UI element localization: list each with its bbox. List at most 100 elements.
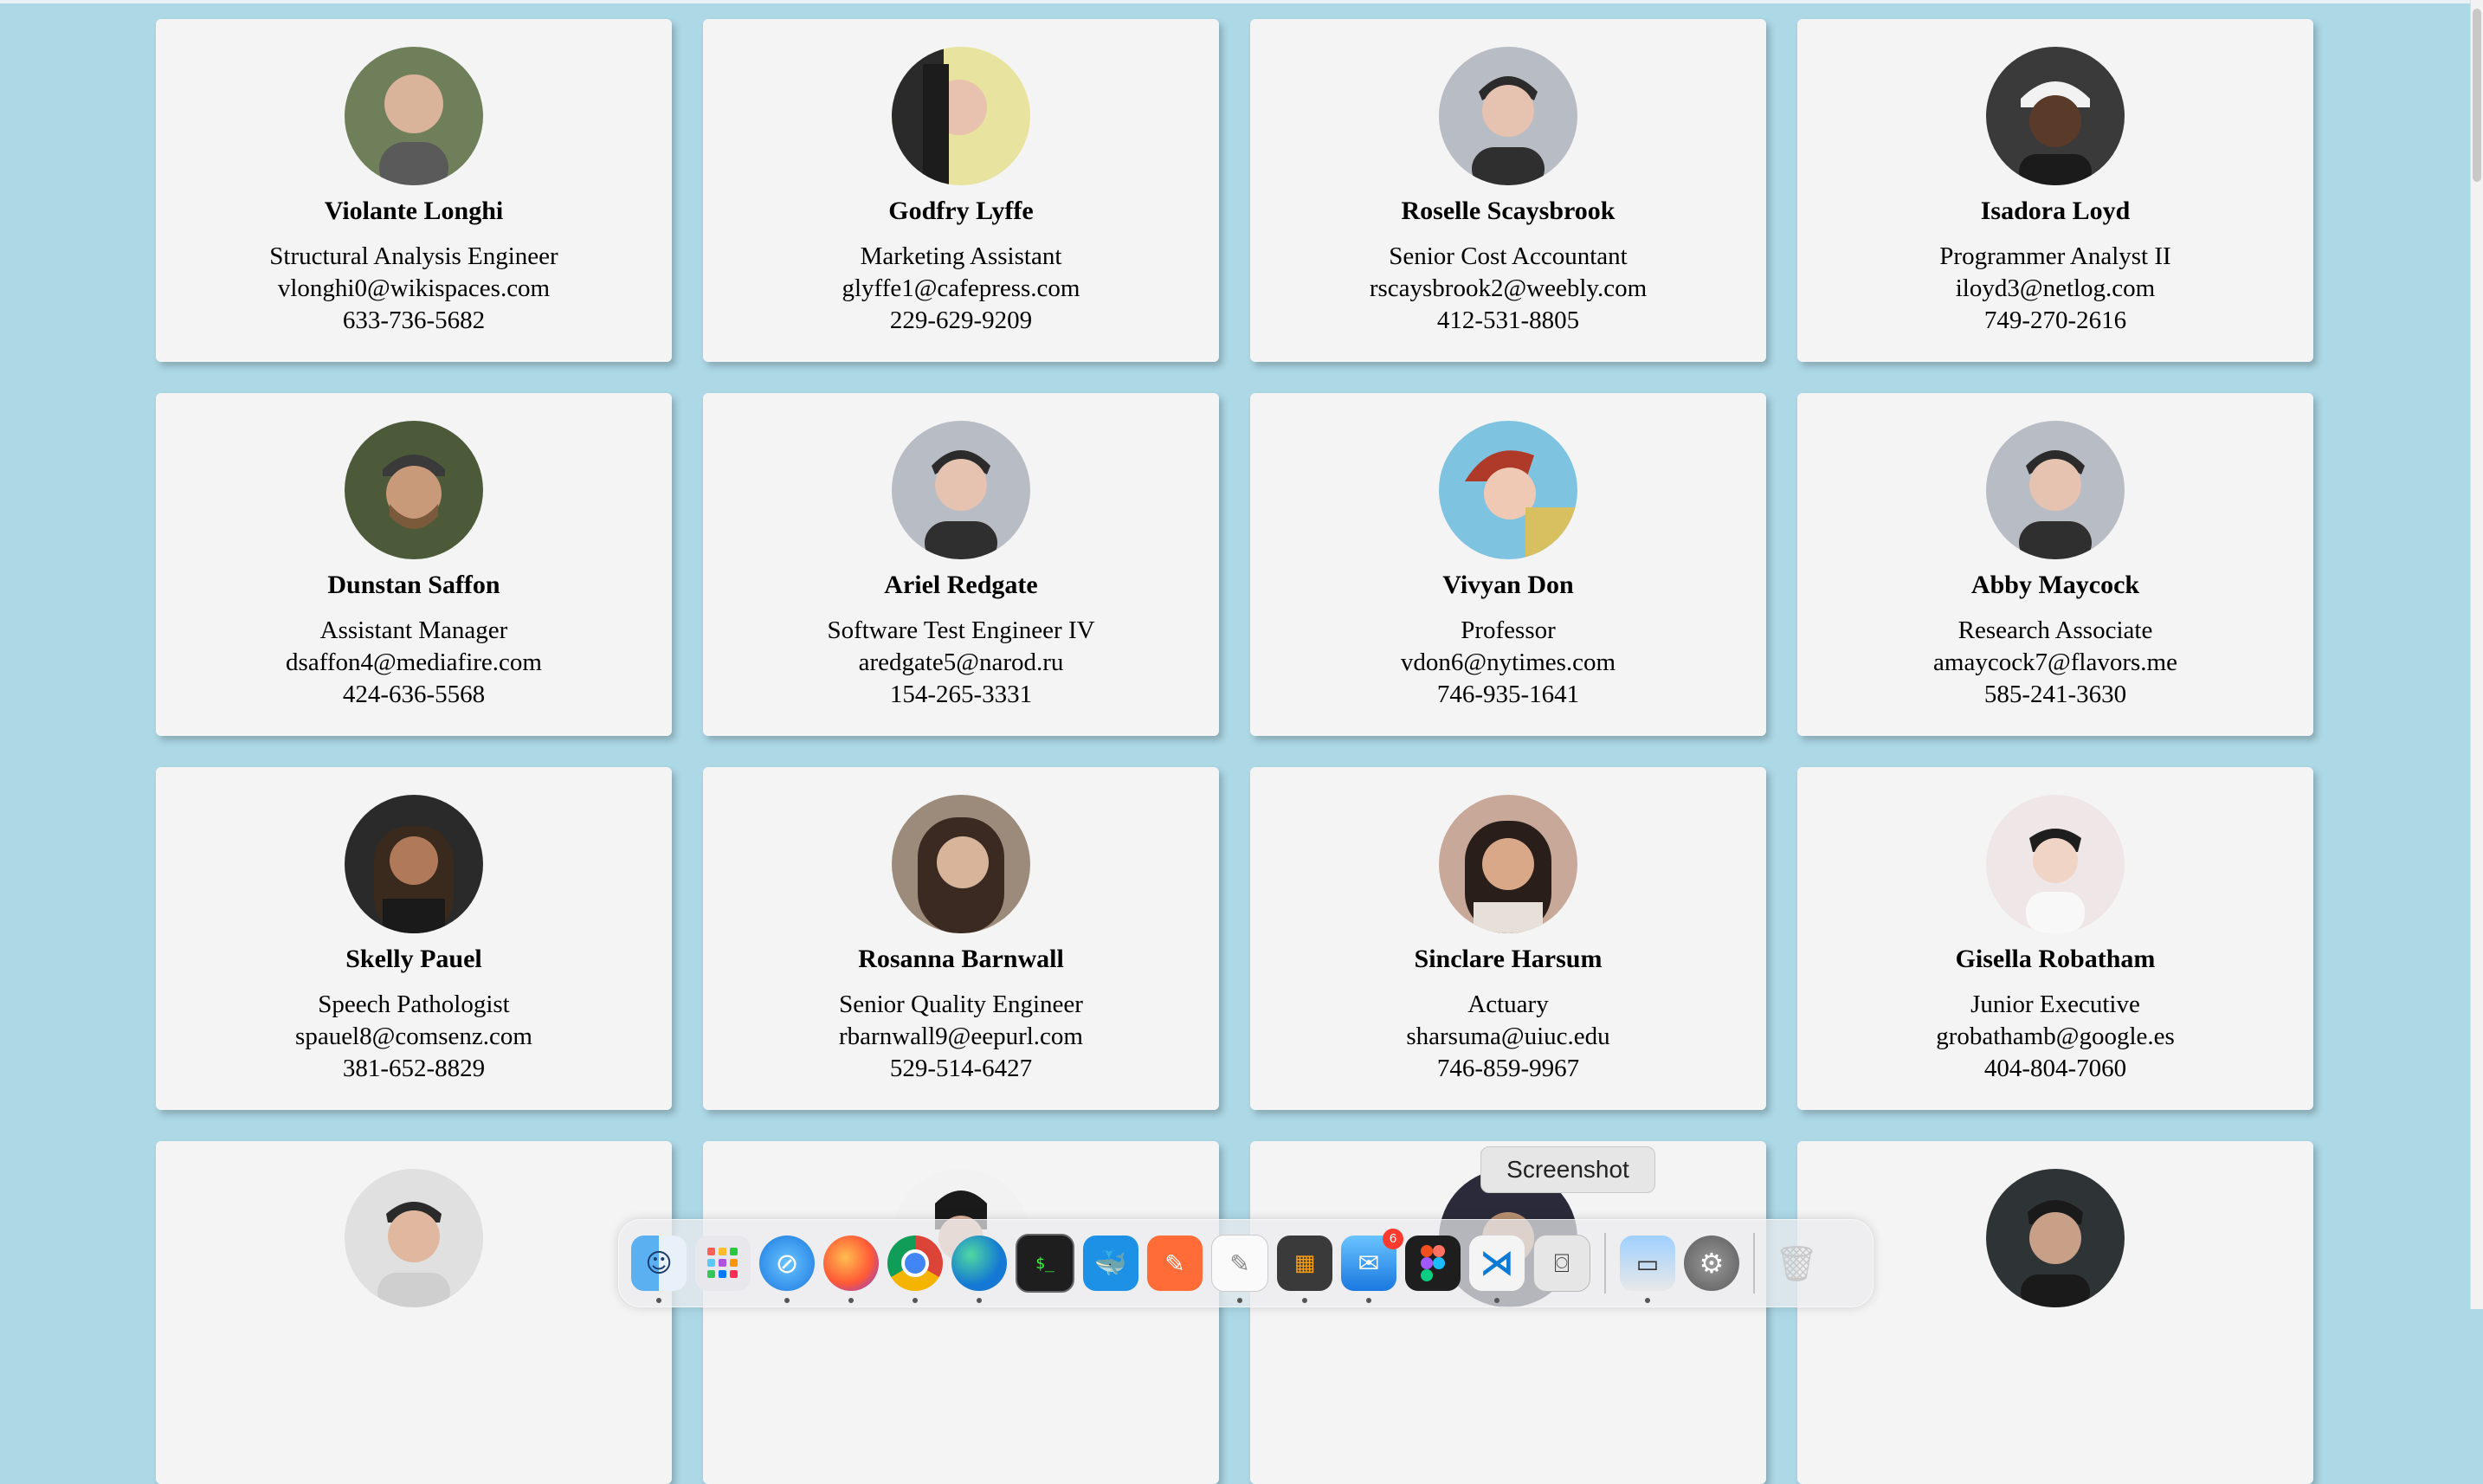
postman-icon[interactable]: ✎ <box>1147 1236 1203 1291</box>
avatar <box>1986 1169 2125 1307</box>
page-scrollbar[interactable] <box>2470 0 2483 1309</box>
running-indicator <box>913 1298 918 1303</box>
contact-email: iloyd3@netlog.com <box>1955 274 2156 302</box>
contact-name: Skelly Pauel <box>345 945 482 973</box>
contact-phone: 633-736-5682 <box>342 306 486 334</box>
contact-name: Violante Longhi <box>324 197 504 225</box>
avatar <box>1986 421 2125 559</box>
avatar <box>345 1169 483 1307</box>
avatar <box>1439 47 1577 185</box>
contact-card: Violante Longhi Structural Analysis Engi… <box>156 19 672 362</box>
contact-card <box>703 1141 1219 1484</box>
window-top-edge <box>0 0 2483 3</box>
contact-email: aredgate5@narod.ru <box>858 648 1064 676</box>
scrollbar-thumb[interactable] <box>2473 9 2481 182</box>
contact-title: Marketing Assistant <box>860 242 1062 270</box>
contact-title: Junior Executive <box>1970 990 2140 1018</box>
contact-title: Senior Quality Engineer <box>839 990 1083 1018</box>
contact-card <box>156 1141 672 1484</box>
contact-title: Research Associate <box>1957 616 2153 644</box>
system-settings-icon[interactable]: ⚙ <box>1684 1236 1739 1291</box>
contact-email: rbarnwall9@eepurl.com <box>839 1023 1083 1050</box>
docker-icon[interactable]: 🐳 <box>1083 1236 1138 1291</box>
contact-email: amaycock7@flavors.me <box>1933 648 2177 676</box>
contact-email: rscaysbrook2@weebly.com <box>1369 274 1648 302</box>
contact-title: Structural Analysis Engineer <box>269 242 558 270</box>
avatar <box>345 47 483 185</box>
contact-title: Software Test Engineer IV <box>827 616 1095 644</box>
avatar <box>345 795 483 933</box>
contact-email: glyffe1@cafepress.com <box>842 274 1080 302</box>
safari-icon[interactable]: ⊘ <box>759 1236 815 1303</box>
contact-name: Vivyan Don <box>1442 571 1574 599</box>
firefox-icon[interactable] <box>823 1236 879 1303</box>
avatar <box>345 421 483 559</box>
contact-card: Godfry Lyffe Marketing Assistant glyffe1… <box>703 19 1219 362</box>
figma-icon[interactable] <box>1405 1236 1461 1291</box>
mail-icon[interactable]: ✉ 6 <box>1341 1229 1403 1303</box>
avatar <box>892 47 1030 185</box>
contact-card: Isadora Loyd Programmer Analyst II iloyd… <box>1797 19 2313 362</box>
chrome-icon[interactable] <box>887 1236 943 1303</box>
finder-icon[interactable]: ☺ <box>631 1236 687 1303</box>
trash-icon[interactable]: 🗑 <box>1769 1236 1824 1291</box>
running-indicator <box>848 1298 854 1303</box>
contact-card: Dunstan Saffon Assistant Manager dsaffon… <box>156 393 672 736</box>
dock-tooltip: Screenshot <box>1480 1146 1655 1193</box>
contact-title: Speech Pathologist <box>318 990 510 1018</box>
contact-name: Gisella Robatham <box>1955 945 2156 973</box>
avatar <box>1439 421 1577 559</box>
contact-phone: 749-270-2616 <box>1983 306 2127 334</box>
contact-phone: 746-859-9967 <box>1436 1055 1580 1082</box>
contact-email: dsaffon4@mediafire.com <box>286 648 542 676</box>
running-indicator <box>1366 1298 1371 1303</box>
contact-phone: 585-241-3630 <box>1983 681 2127 708</box>
contact-phone: 229-629-9209 <box>889 306 1033 334</box>
avatar <box>1986 795 2125 933</box>
contact-card: Skelly Pauel Speech Pathologist spauel8@… <box>156 767 672 1110</box>
contact-title: Assistant Manager <box>319 616 508 644</box>
contact-email: vlonghi0@wikispaces.com <box>277 274 551 302</box>
contact-email: vdon6@nytimes.com <box>1400 648 1616 676</box>
textedit-icon[interactable]: ✎ <box>1211 1235 1268 1303</box>
contact-card: Abby Maycock Research Associate amaycock… <box>1797 393 2313 736</box>
running-indicator <box>784 1298 790 1303</box>
contact-name: Abby Maycock <box>1970 571 2140 599</box>
running-indicator <box>1237 1298 1242 1303</box>
calculator-icon[interactable]: ▦ <box>1277 1236 1332 1303</box>
dock-separator <box>1604 1233 1606 1294</box>
mail-badge: 6 <box>1383 1229 1403 1249</box>
contact-name: Sinclare Harsum <box>1414 945 1603 973</box>
macos-dock: ☺ ⊘ $_ 🐳 ✎ ✎ ▦ ✉ 6 ⋊ ⌼ ▭ ⚙ 🗑 <box>618 1219 1874 1307</box>
avatar <box>1986 47 2125 185</box>
running-indicator <box>977 1298 982 1303</box>
contact-name: Godfry Lyffe <box>888 197 1034 225</box>
contact-phone: 424-636-5568 <box>342 681 486 708</box>
contact-card: Rosanna Barnwall Senior Quality Engineer… <box>703 767 1219 1110</box>
contact-title: Actuary <box>1467 990 1549 1018</box>
contact-phone: 381-652-8829 <box>342 1055 486 1082</box>
running-indicator <box>1302 1298 1307 1303</box>
launchpad-icon[interactable] <box>695 1236 751 1291</box>
avatar <box>1439 795 1577 933</box>
preview-icon[interactable]: ▭ <box>1620 1236 1675 1303</box>
contact-title: Senior Cost Accountant <box>1389 242 1628 270</box>
screenshot-icon[interactable]: ⌼ <box>1533 1235 1590 1292</box>
terminal-icon[interactable]: $_ <box>1016 1234 1074 1293</box>
running-indicator <box>656 1298 661 1303</box>
contact-card <box>1797 1141 2313 1484</box>
contact-phone: 746-935-1641 <box>1436 681 1580 708</box>
contact-phone: 154-265-3331 <box>889 681 1033 708</box>
contact-email: spauel8@comsenz.com <box>295 1023 532 1050</box>
contact-card: Ariel Redgate Software Test Engineer IV … <box>703 393 1219 736</box>
contact-title: Professor <box>1461 616 1556 644</box>
contact-phone: 412-531-8805 <box>1436 306 1580 334</box>
dock-separator <box>1753 1233 1755 1294</box>
contact-name: Rosanna Barnwall <box>858 945 1064 973</box>
contact-name: Roselle Scaysbrook <box>1401 197 1616 225</box>
vscode-icon[interactable]: ⋊ <box>1469 1236 1525 1303</box>
edge-icon[interactable] <box>951 1236 1007 1303</box>
avatar <box>892 795 1030 933</box>
contact-card: Sinclare Harsum Actuary sharsuma@uiuc.ed… <box>1250 767 1766 1110</box>
contact-card: Vivyan Don Professor vdon6@nytimes.com 7… <box>1250 393 1766 736</box>
